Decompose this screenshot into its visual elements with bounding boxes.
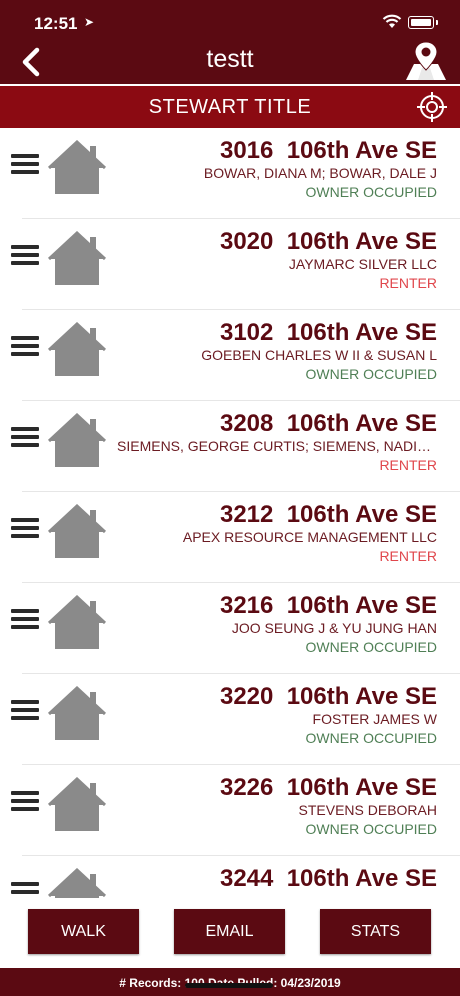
map-pin-icon[interactable] (404, 40, 448, 82)
owner-name: JOO SEUNG J & YU JUNG HAN (231, 620, 437, 636)
hamburger-icon[interactable] (11, 427, 39, 449)
crosshair-icon[interactable] (416, 91, 448, 123)
owner-name: BOWAR, DIANA M; BOWAR, DALE J (203, 165, 437, 181)
occupancy-status: RENTER (379, 457, 437, 473)
status-time: 12:51 (34, 14, 78, 33)
home-indicator[interactable] (185, 983, 273, 988)
list-item[interactable]: 3016 106th Ave SE BOWAR, DIANA M; BOWAR,… (0, 128, 460, 219)
list-item[interactable]: 3102 106th Ave SE GOEBEN CHARLES W II & … (0, 310, 460, 401)
house-icon (47, 231, 107, 285)
occupancy-status: OWNER OCCUPIED (305, 821, 437, 837)
list-item[interactable]: 3212 106th Ave SE APEX RESOURCE MANAGEME… (0, 492, 460, 583)
owner-name: STEVENS DEBORAH (298, 802, 437, 818)
property-address: 3226 106th Ave SE (219, 774, 437, 801)
list-item[interactable]: 3020 106th Ave SE JAYMARC SILVER LLC REN… (0, 219, 460, 310)
property-address: 3016 106th Ave SE (219, 137, 437, 164)
owner-name: GOEBEN CHARLES W II & SUSAN L (201, 347, 437, 363)
location-arrow-icon: ➤ (84, 15, 95, 29)
status-bar: 12:51 ➤ (0, 0, 460, 40)
email-button[interactable]: EMAIL (174, 909, 285, 954)
action-bar: WALK EMAIL STATS (0, 898, 460, 968)
stats-button[interactable]: STATS (320, 909, 431, 954)
records-footer: # Records: 100 Date Pulled: 04/23/2019 (0, 968, 460, 996)
wifi-icon (382, 14, 402, 28)
occupancy-status: RENTER (379, 275, 437, 291)
occupancy-status: OWNER OCCUPIED (305, 639, 437, 655)
page-title: testt (206, 45, 254, 73)
hamburger-icon[interactable] (11, 154, 39, 176)
occupancy-status: RENTER (379, 548, 437, 564)
house-icon (47, 777, 107, 831)
property-address: 3102 106th Ave SE (219, 319, 437, 346)
hamburger-icon[interactable] (11, 791, 39, 813)
list-item[interactable]: 3220 106th Ave SE FOSTER JAMES W OWNER O… (0, 674, 460, 765)
occupancy-status: OWNER OCCUPIED (305, 730, 437, 746)
property-address: 3244 106th Ave SE (219, 865, 437, 892)
property-address: 3216 106th Ave SE (219, 592, 437, 619)
house-icon (47, 686, 107, 740)
company-label: STEWART TITLE (148, 96, 312, 118)
hamburger-icon[interactable] (11, 518, 39, 540)
house-icon (47, 595, 107, 649)
hamburger-icon[interactable] (11, 700, 39, 722)
owner-name: FOSTER JAMES W (312, 711, 437, 727)
property-address: 3208 106th Ave SE (219, 410, 437, 437)
house-icon (47, 140, 107, 194)
property-list[interactable]: 3016 106th Ave SE BOWAR, DIANA M; BOWAR,… (0, 128, 460, 898)
hamburger-icon[interactable] (11, 882, 39, 898)
sub-header: STEWART TITLE (0, 86, 460, 128)
list-item[interactable]: 3244 106th Ave SE (0, 856, 460, 898)
walk-button[interactable]: WALK (28, 909, 139, 954)
owner-name: SIEMENS, GEORGE CURTIS; SIEMENS, NADINE… (117, 438, 437, 454)
list-item[interactable]: 3226 106th Ave SE STEVENS DEBORAH OWNER … (0, 765, 460, 856)
hamburger-icon[interactable] (11, 336, 39, 358)
property-address: 3020 106th Ave SE (219, 228, 437, 255)
hamburger-icon[interactable] (11, 245, 39, 267)
occupancy-status: OWNER OCCUPIED (305, 184, 437, 200)
battery-icon (408, 16, 438, 29)
house-icon (47, 504, 107, 558)
house-icon (47, 868, 107, 898)
property-address: 3220 106th Ave SE (219, 683, 437, 710)
list-item[interactable]: 3216 106th Ave SE JOO SEUNG J & YU JUNG … (0, 583, 460, 674)
house-icon (47, 413, 107, 467)
property-address: 3212 106th Ave SE (219, 501, 437, 528)
owner-name: APEX RESOURCE MANAGEMENT LLC (182, 529, 437, 545)
occupancy-status: OWNER OCCUPIED (305, 366, 437, 382)
house-icon (47, 322, 107, 376)
hamburger-icon[interactable] (11, 609, 39, 631)
owner-name: JAYMARC SILVER LLC (288, 256, 437, 272)
list-item[interactable]: 3208 106th Ave SE SIEMENS, GEORGE CURTIS… (0, 401, 460, 492)
nav-bar: testt (0, 40, 460, 86)
